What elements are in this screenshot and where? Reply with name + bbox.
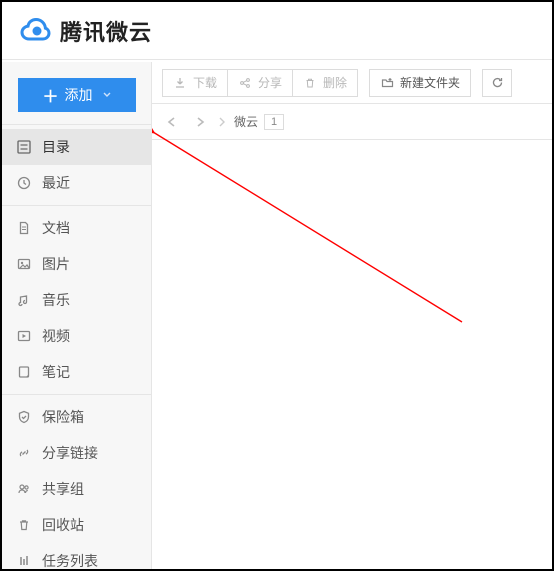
sidebar-item-label: 视频	[42, 326, 70, 346]
music-icon	[16, 292, 32, 308]
toolbar-label: 新建文件夹	[400, 74, 460, 91]
brand-logo: 腾讯微云	[18, 14, 152, 48]
sidebar-item-label: 目录	[42, 137, 70, 157]
sidebar-item-sharelinks[interactable]: 分享链接	[2, 435, 151, 471]
group-icon	[16, 481, 32, 497]
sidebar-item-label: 图片	[42, 254, 70, 274]
sidebar-item-tasks[interactable]: 任务列表	[2, 543, 151, 571]
refresh-button[interactable]	[482, 69, 512, 97]
sidebar-item-groups[interactable]: 共享组	[2, 471, 151, 507]
delete-button[interactable]: 删除	[292, 69, 358, 97]
sidebar-item-label: 共享组	[42, 479, 84, 499]
breadcrumb: 微云 1	[152, 104, 552, 140]
trash-icon	[16, 517, 32, 533]
sidebar-item-trash[interactable]: 回收站	[2, 507, 151, 543]
sidebar-item-label: 笔记	[42, 362, 70, 382]
tasks-icon	[16, 553, 32, 569]
sidebar-item-label: 回收站	[42, 515, 84, 535]
breadcrumb-count: 1	[264, 114, 284, 130]
delete-icon	[303, 76, 317, 90]
toolbar: 下载 分享 删除	[152, 62, 552, 104]
sidebar-item-images[interactable]: 图片	[2, 246, 151, 282]
link-icon	[16, 445, 32, 461]
video-icon	[16, 328, 32, 344]
clock-icon	[16, 175, 32, 191]
share-button[interactable]: 分享	[227, 69, 293, 97]
chevron-down-icon	[103, 91, 111, 99]
toolbar-label: 分享	[258, 74, 282, 91]
download-button[interactable]: 下载	[162, 69, 228, 97]
breadcrumb-divider-icon	[218, 116, 226, 128]
app-header: 腾讯微云	[2, 2, 552, 60]
sidebar-item-directory[interactable]: 目录	[2, 129, 151, 165]
sidebar-item-label: 文档	[42, 218, 70, 238]
sidebar-item-label: 分享链接	[42, 443, 98, 463]
shield-icon	[16, 409, 32, 425]
brand-name: 腾讯微云	[60, 15, 152, 47]
doc-icon	[16, 220, 32, 236]
download-icon	[173, 76, 187, 90]
share-icon	[238, 76, 252, 90]
add-button-label: 添加	[65, 85, 93, 105]
sidebar-item-recent[interactable]: 最近	[2, 165, 151, 201]
plus-icon: ＋	[42, 83, 58, 107]
sidebar-item-safebox[interactable]: 保险箱	[2, 399, 151, 435]
nav-back-button[interactable]	[162, 112, 182, 132]
cloud-icon	[18, 14, 52, 48]
sidebar-item-label: 任务列表	[42, 551, 98, 571]
sidebar-item-video[interactable]: 视频	[2, 318, 151, 354]
sidebar-item-label: 最近	[42, 173, 70, 193]
sidebar-item-notes[interactable]: 笔记	[2, 354, 151, 390]
list-icon	[16, 139, 32, 155]
new-folder-icon	[380, 76, 394, 90]
new-folder-button[interactable]: 新建文件夹	[369, 69, 471, 97]
sidebar-item-label: 保险箱	[42, 407, 84, 427]
add-button[interactable]: ＋ 添加	[18, 78, 136, 112]
toolbar-label: 删除	[323, 74, 347, 91]
main-panel: 下载 分享 删除	[152, 62, 552, 569]
sidebar-item-docs[interactable]: 文档	[2, 210, 151, 246]
sidebar-item-label: 音乐	[42, 290, 70, 310]
nav-forward-button[interactable]	[190, 112, 210, 132]
breadcrumb-root[interactable]: 微云	[234, 113, 258, 130]
sidebar: ＋ 添加 目录 最近	[2, 62, 152, 569]
refresh-icon	[490, 76, 504, 90]
note-icon	[16, 364, 32, 380]
toolbar-label: 下载	[193, 74, 217, 91]
sidebar-item-music[interactable]: 音乐	[2, 282, 151, 318]
image-icon	[16, 256, 32, 272]
